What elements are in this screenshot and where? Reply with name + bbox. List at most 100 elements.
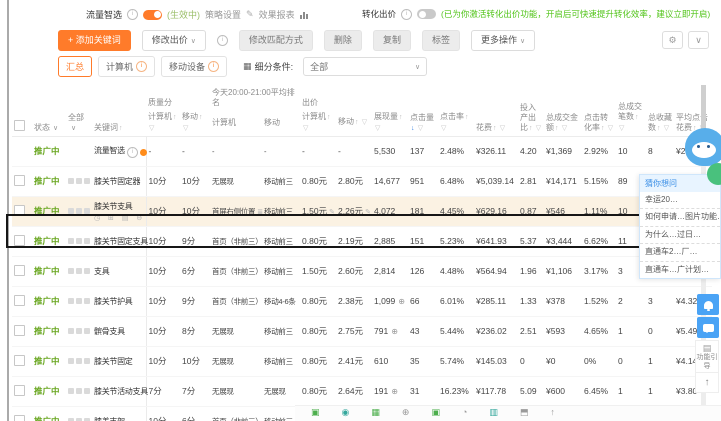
- filter-icon[interactable]: ▽: [183, 125, 188, 132]
- help-question-link[interactable]: 直通车…广计划…: [640, 262, 720, 278]
- row-checkbox[interactable]: [14, 384, 25, 396]
- col-clicks[interactable]: 点击量↓ ▽: [408, 82, 439, 137]
- filter-icon[interactable]: ▽: [303, 125, 308, 132]
- table-row[interactable]: 推广中 髌骨支具i ◷ ⊞ ▤ ⊖ 10分 8分 无展现≣ 移动前三 0.80元…: [12, 316, 713, 347]
- col-bid-mobile[interactable]: 移动↑ ▽: [336, 110, 373, 137]
- sort-icon[interactable]: ↑: [635, 114, 639, 121]
- keyword-label[interactable]: 膝关节固定支具: [94, 237, 148, 246]
- chat-button[interactable]: [697, 317, 719, 338]
- keyword-label[interactable]: 膝关节固定器: [94, 177, 141, 186]
- trend-icon[interactable]: ⊕: [398, 297, 405, 306]
- edit-bid-icon[interactable]: ✎: [365, 209, 371, 216]
- filter-icon[interactable]: ▽: [441, 125, 446, 132]
- modify-bid-button[interactable]: 修改出价 ∨: [141, 30, 206, 51]
- taskbar-icon[interactable]: ▥: [489, 408, 498, 417]
- table-row[interactable]: 推广中 膝关节固定支具i ◷ ⊞ ▤ ⊖ 10分 9分 首页（非前三）≣ 移动前…: [12, 226, 713, 257]
- report-link[interactable]: 效果报表: [259, 8, 295, 21]
- info-icon[interactable]: i: [126, 146, 138, 158]
- table-row[interactable]: 推广中 流量智选i ◷ ⊞ ▤ ⊖ - - -≣ - -✎ -✎ 5,530⊕ …: [12, 136, 713, 167]
- add-keyword-button[interactable]: + 添加关键词: [58, 30, 131, 51]
- sort-icon[interactable]: ↑: [555, 125, 559, 132]
- table-row[interactable]: 推广中 膝关节固定器i ◷ ⊞ ▤ ⊖ 10分 10分 无展现≣ 移动前三 0.…: [12, 166, 713, 197]
- edit-bid-icon[interactable]: ✎: [329, 209, 335, 216]
- taskbar-icon[interactable]: ▣: [311, 408, 320, 417]
- help-question-link[interactable]: 幸运20…: [640, 192, 720, 210]
- table-row[interactable]: 推广中 膝关节固定i ◷ ⊞ ▤ ⊖ 10分 10分 无展现≣ 移动前三 0.8…: [12, 346, 713, 377]
- sort-icon[interactable]: ↑: [119, 125, 123, 132]
- sort-icon[interactable]: ↑: [465, 114, 469, 121]
- trend-icon[interactable]: ⊕: [391, 387, 398, 396]
- filter-icon[interactable]: ▽: [149, 125, 154, 132]
- notification-bell-button[interactable]: [697, 294, 719, 315]
- row-checkbox[interactable]: [14, 414, 25, 421]
- taskbar-icon[interactable]: ▣: [431, 408, 440, 417]
- taskbar-icon[interactable]: ▦: [371, 408, 380, 417]
- keyword-label[interactable]: 膝关节护具: [94, 297, 133, 306]
- help-question-link[interactable]: 直通车2…厂…: [640, 244, 720, 262]
- taskbar-icon[interactable]: ↑: [550, 408, 555, 417]
- sort-icon[interactable]: ↑: [657, 125, 661, 132]
- sort-icon[interactable]: ↑: [399, 114, 403, 121]
- edit-icon[interactable]: ✎: [246, 9, 254, 20]
- taskbar-icon[interactable]: ⊕: [402, 408, 410, 417]
- row-checkbox[interactable]: [14, 264, 25, 276]
- keyword-label[interactable]: 支具: [94, 267, 110, 276]
- row-checkbox[interactable]: [14, 294, 25, 306]
- col-quality-pc[interactable]: 计算机↑ ▽: [146, 110, 180, 137]
- col-scope[interactable]: 全部∨: [66, 82, 92, 137]
- sort-icon[interactable]: ↑: [493, 125, 497, 132]
- sort-icon[interactable]: ↓: [411, 125, 415, 132]
- filter-icon[interactable]: ▽: [362, 119, 367, 126]
- select-all-checkbox[interactable]: [14, 119, 25, 131]
- filter-icon[interactable]: ▽: [375, 125, 380, 132]
- modify-match-button[interactable]: 修改匹配方式: [238, 30, 313, 51]
- back-to-top-button[interactable]: ↑: [695, 372, 719, 393]
- copy-button[interactable]: 复制: [372, 30, 411, 51]
- keyword-label[interactable]: 膝关节支具: [94, 202, 133, 211]
- chart-icon[interactable]: [299, 11, 308, 19]
- feature-guide-button[interactable]: ▤ 功能引导: [695, 340, 719, 375]
- help-question-link[interactable]: 为什么…过日…: [640, 227, 720, 245]
- col-quality-mobile[interactable]: 移动↑ ▽: [180, 110, 210, 137]
- keyword-label[interactable]: 膝盖支架: [94, 417, 125, 421]
- filter-icon[interactable]: ▽: [536, 125, 541, 132]
- trend-icon[interactable]: ⊕: [391, 327, 398, 336]
- info-icon[interactable]: i: [216, 35, 228, 46]
- col-cost[interactable]: 花费↑ ▽: [474, 82, 519, 137]
- conversion-bid-toggle[interactable]: [417, 9, 437, 19]
- filter-icon[interactable]: ▽: [608, 125, 613, 132]
- info-icon[interactable]: i: [401, 8, 413, 20]
- row-checkbox[interactable]: [14, 204, 25, 216]
- col-orders[interactable]: 总成交笔数↑ ▽: [616, 82, 647, 137]
- row-checkbox[interactable]: [14, 234, 25, 246]
- table-row[interactable]: 推广中 膝关节支具i ◷ ⊞ ▤ ⊖ 10分 10分 首屏右侧位置≣ 移动前三 …: [12, 196, 713, 227]
- sort-icon[interactable]: ↑: [529, 125, 533, 132]
- info-icon[interactable]: i: [127, 9, 139, 20]
- sort-icon[interactable]: ↑: [173, 114, 177, 121]
- filter-icon[interactable]: ▽: [619, 125, 624, 132]
- row-checkbox[interactable]: [14, 324, 25, 336]
- tab-pc[interactable]: 计算机 i: [98, 56, 156, 77]
- tag-button[interactable]: 标签: [421, 30, 460, 51]
- col-keyword[interactable]: 关键词↑: [92, 82, 146, 137]
- smart-traffic-toggle[interactable]: [143, 9, 163, 20]
- filter-icon[interactable]: ▽: [418, 125, 423, 132]
- tab-mobile[interactable]: 移动设备 i: [161, 56, 228, 77]
- taskbar-icon[interactable]: ◔: [462, 408, 467, 417]
- help-question-link[interactable]: 如何申请…图片功能…: [640, 209, 720, 227]
- taskbar-icon[interactable]: ◉: [342, 408, 350, 417]
- delete-button[interactable]: 删除: [323, 30, 362, 51]
- col-status[interactable]: 状态 ∨: [32, 82, 66, 137]
- keyword-label[interactable]: 膝关节活动支具: [94, 387, 148, 396]
- col-cvr[interactable]: 点击转化率↑ ▽: [582, 82, 617, 137]
- filter-icon[interactable]: ▽: [664, 125, 669, 132]
- col-bid-pc[interactable]: 计算机↑ ▽: [300, 110, 337, 137]
- col-roi[interactable]: 投入产出比↑ ▽: [518, 82, 545, 137]
- table-row[interactable]: 推广中 支具i ◷ ⊞ ▤ ⊖ 10分 6分 首页（非前三）≣ 移动前三 1.5…: [12, 256, 713, 287]
- table-row[interactable]: 推广中 膝关节护具i ◷ ⊞ ▤ ⊖ 10分 9分 首页（非前三）≣ 移动4-6…: [12, 286, 713, 317]
- keyword-action-icons[interactable]: ◷ ⊞ ▤ ⊖: [94, 214, 144, 222]
- sort-icon[interactable]: ↑: [327, 114, 331, 121]
- gear-icon[interactable]: ⚙: [662, 31, 683, 49]
- more-actions-button[interactable]: 更多操作 ∨: [470, 30, 536, 51]
- keyword-label[interactable]: 流量智选: [94, 146, 125, 155]
